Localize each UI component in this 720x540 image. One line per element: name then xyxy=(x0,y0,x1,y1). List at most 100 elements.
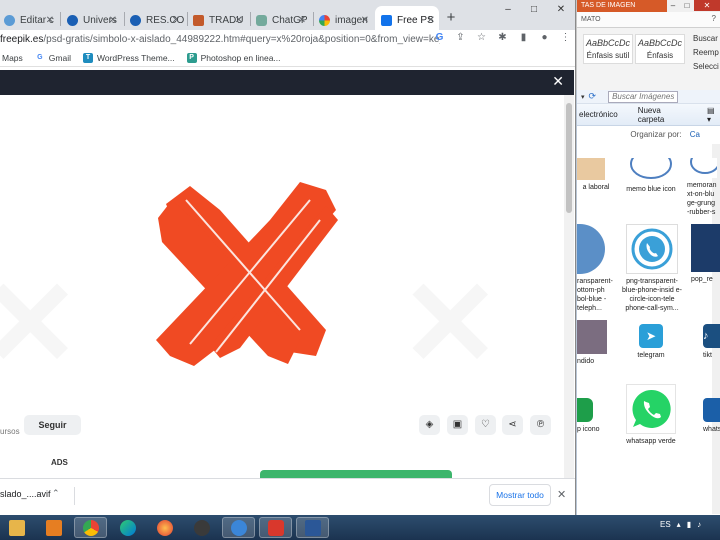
thumbnail-label: tikt xyxy=(703,352,712,359)
show-all-button[interactable]: Mostrar todo xyxy=(489,484,551,506)
omnibox[interactable]: freepik.es/psd-gratis/simbolo-x-aislado_… xyxy=(0,30,575,48)
bookmark-label: Gmail xyxy=(48,52,71,63)
taskbar-app-acrobat[interactable] xyxy=(259,517,292,538)
refresh-icon[interactable]: ⟳ xyxy=(589,91,597,102)
view-icon[interactable]: ▤ ▾ xyxy=(707,106,720,124)
follow-button[interactable]: Seguir xyxy=(24,415,81,435)
add-to-folder-icon[interactable]: ▣ xyxy=(447,415,468,435)
editing-group: Buscar Reemp Selecci xyxy=(693,32,719,74)
modal-close-icon[interactable]: ✕ xyxy=(552,73,564,90)
share-icon[interactable]: ⇪ xyxy=(454,32,467,43)
close-icon[interactable]: ✕ xyxy=(548,0,574,20)
minimize-icon[interactable]: – xyxy=(495,0,521,20)
system-tray: ES ▴ ▮ ♪ xyxy=(660,520,701,529)
taskbar-app-edge[interactable] xyxy=(111,517,144,538)
download-button-partial[interactable] xyxy=(260,470,452,478)
chrome-icon xyxy=(82,519,99,536)
style-emphasis[interactable]: AaBbCcDc Énfasis xyxy=(635,34,685,64)
maximize-icon[interactable]: □ xyxy=(521,0,547,20)
minimize-icon[interactable]: – xyxy=(666,0,680,11)
explorer-search-input[interactable] xyxy=(608,90,679,103)
profile-avatar-icon[interactable]: ● xyxy=(538,32,551,43)
thumbnail-item[interactable]: ♪ tikt xyxy=(703,324,720,360)
tab-close-icon[interactable]: ✕ xyxy=(298,15,306,26)
taskbar-app-word[interactable] xyxy=(296,517,329,538)
extensions-icon[interactable]: ✱ xyxy=(496,32,509,43)
url-text[interactable]: freepik.es/psd-gratis/simbolo-x-aislado_… xyxy=(0,34,440,45)
explorer-icon xyxy=(230,519,247,536)
page-scrollbar[interactable] xyxy=(564,95,574,478)
style-subtle-emphasis[interactable]: AaBbCcDc Énfasis sutil xyxy=(583,34,633,64)
like-heart-icon[interactable]: ♡ xyxy=(475,415,496,435)
google-lens-icon[interactable]: G xyxy=(433,32,446,43)
side-panel-icon[interactable]: ▮ xyxy=(517,32,530,43)
taskbar-app-library[interactable] xyxy=(0,517,33,538)
photo-thumbnail xyxy=(577,320,607,354)
arrange-by-label: Organizar por: xyxy=(630,130,682,139)
language-indicator[interactable]: ES xyxy=(660,520,671,529)
bookmark-wordpress[interactable]: T WordPress Theme... xyxy=(83,52,175,63)
thumbnail-item[interactable]: pop_re xyxy=(691,224,720,284)
scrollbar-thumb[interactable] xyxy=(566,103,572,213)
thumbnail-item[interactable]: ransparent- ottom-ph bol-blue -teleph... xyxy=(577,224,617,313)
new-folder-button[interactable]: Nueva carpeta xyxy=(638,106,687,124)
modal-header: ✕ xyxy=(0,70,574,95)
tab-favicon-icon xyxy=(256,14,267,26)
telegram-icon: ➤ xyxy=(639,324,663,348)
find-command[interactable]: Buscar xyxy=(693,32,719,46)
select-command[interactable]: Selecci xyxy=(693,60,719,74)
thumbnail-item[interactable]: memo blue icon xyxy=(621,149,681,194)
network-icon[interactable]: ▮ xyxy=(687,520,691,529)
arrange-by-value[interactable]: Ca xyxy=(690,130,700,139)
maximize-icon[interactable]: □ xyxy=(680,0,694,11)
bookmark-photoshop[interactable]: P Photoshop en linea... xyxy=(186,52,281,63)
bookmark-star-icon[interactable]: ☆ xyxy=(475,32,488,43)
share-icon[interactable]: ⋖ xyxy=(502,415,523,435)
volume-icon[interactable]: ♪ xyxy=(697,520,701,529)
taskbar-app-corel[interactable] xyxy=(185,517,218,538)
email-command[interactable]: electrónico xyxy=(579,110,618,119)
bookmark-gmail[interactable]: G Gmail xyxy=(34,52,71,63)
close-icon[interactable]: ✕ xyxy=(694,0,720,11)
thumbnail-item[interactable]: whats xyxy=(703,398,720,434)
tab-close-icon[interactable]: ✕ xyxy=(361,15,369,26)
url-path: /psd-gratis/simbolo-x-aislado_44989222.h… xyxy=(43,33,440,45)
taskbar-app-explorer[interactable] xyxy=(222,517,255,538)
tab-close-icon[interactable]: ✕ xyxy=(172,15,180,26)
acrobat-icon xyxy=(267,519,284,536)
replace-command[interactable]: Reemp xyxy=(693,46,719,60)
thumbnail-item[interactable]: p icono xyxy=(577,398,617,434)
menu-kebab-icon[interactable]: ⋮ xyxy=(559,32,572,43)
thumbnail-item[interactable]: memoran xt-on-blu ge-grung -rubber-s xyxy=(687,150,720,217)
pinterest-icon[interactable]: ℗ xyxy=(530,415,551,435)
new-tab-button[interactable]: + xyxy=(442,9,460,27)
style-sample: AaBbCcDc xyxy=(637,38,682,48)
tray-arrow-icon[interactable]: ▴ xyxy=(677,520,681,529)
taskbar-app-media[interactable] xyxy=(37,517,70,538)
thumbnail-item[interactable]: ndido xyxy=(577,320,613,366)
downloaded-file-name[interactable]: slado_....avif xyxy=(0,489,51,499)
thumbnail-item[interactable]: whatsapp verde xyxy=(621,384,681,446)
bookmark-maps[interactable]: Maps xyxy=(2,53,23,63)
thumbnail-item[interactable]: png-transparent- blue-phone-insid e-circ… xyxy=(621,224,683,313)
thumbnail-item[interactable]: ➤ telegram xyxy=(629,324,673,360)
dropdown-icon[interactable]: ▾ xyxy=(581,93,585,101)
tab-close-icon[interactable]: ✕ xyxy=(235,15,243,26)
help-icon[interactable]: ? xyxy=(712,14,716,23)
tab-favicon-icon xyxy=(67,14,78,26)
taskbar-app-firefox[interactable] xyxy=(148,517,181,538)
tab-close-icon[interactable]: ✕ xyxy=(427,15,435,26)
collections-icon[interactable]: ◈ xyxy=(419,415,440,435)
close-icon[interactable]: ✕ xyxy=(557,488,566,501)
photoshop-icon: P xyxy=(186,52,197,63)
tab-favicon-icon xyxy=(4,14,15,26)
format-ribbon-tab[interactable]: MATO xyxy=(577,12,720,28)
taskbar-app-chrome[interactable] xyxy=(74,517,107,538)
whatsapp-small-icon xyxy=(577,398,593,422)
tab-close-icon[interactable]: ✕ xyxy=(109,15,117,26)
tab-close-icon[interactable]: ✕ xyxy=(46,15,54,26)
thumbnail-label: png-transparent- blue-phone-insid e-circ… xyxy=(622,278,682,312)
chevron-up-icon[interactable]: ⌃ xyxy=(52,488,60,499)
thumbnail-item[interactable]: a laboral xyxy=(577,158,615,192)
picture-tools-tab[interactable]: TAS DE IMAGEN xyxy=(577,0,667,12)
